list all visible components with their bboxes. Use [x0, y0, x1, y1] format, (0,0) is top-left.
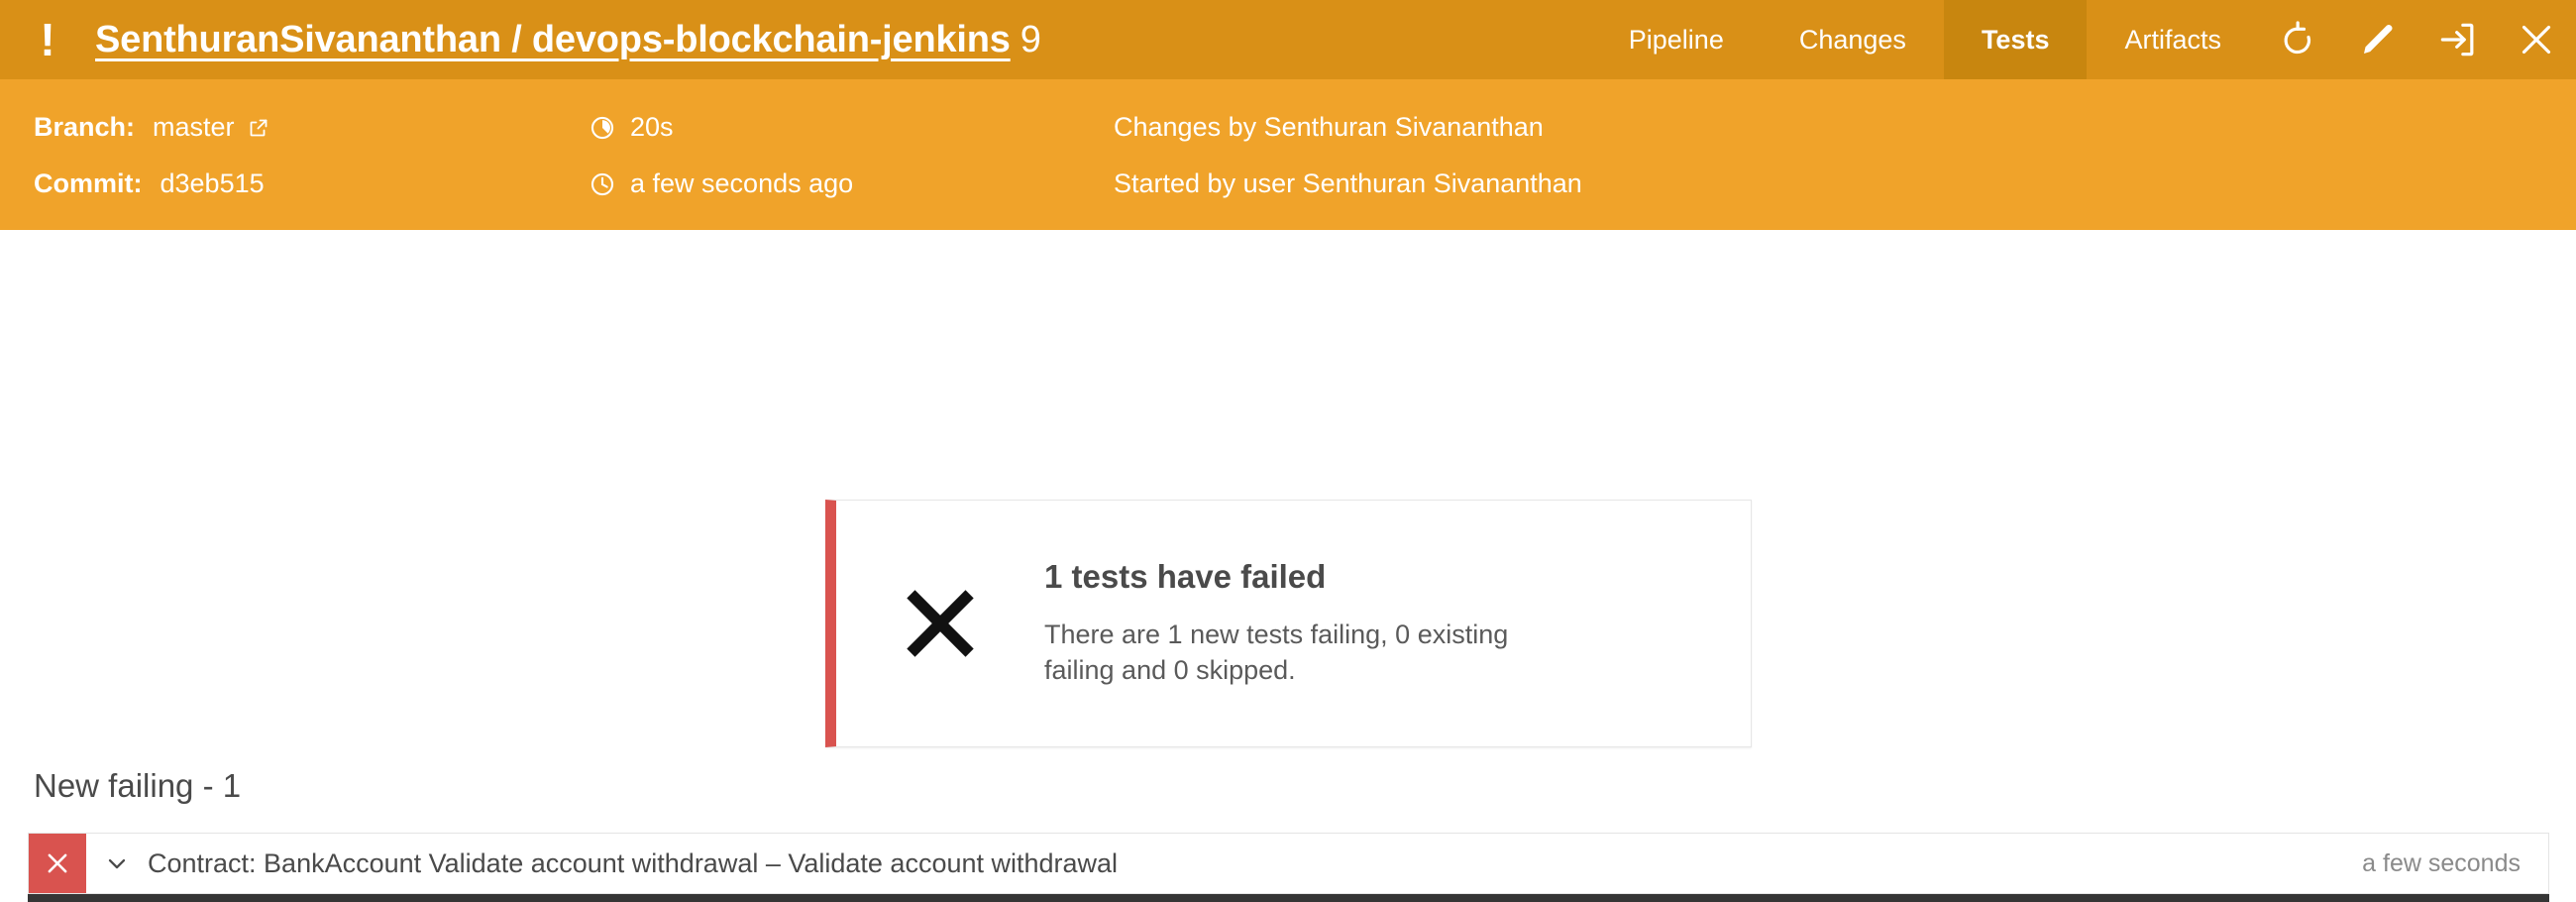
metadata-row-branch: Branch: master 20s Changes by Senthuran … [34, 99, 2576, 156]
test-summary-card: 1 tests have failed There are 1 new test… [825, 500, 1752, 747]
build-number: 9 [1020, 18, 1041, 60]
build-status-icon: ! [0, 0, 95, 79]
summary-title: 1 tests have failed [1044, 558, 1327, 596]
close-button[interactable] [2497, 0, 2576, 79]
duration-icon [589, 114, 616, 142]
row-status-badge [29, 834, 86, 893]
test-duration: a few seconds [2362, 848, 2521, 877]
commit-value: d3eb515 [160, 169, 265, 198]
summary-description: There are 1 new tests failing, 0 existin… [1044, 620, 1509, 685]
close-icon [2522, 25, 2551, 55]
external-link-icon[interactable] [247, 116, 270, 140]
tab-pipeline[interactable]: Pipeline [1591, 0, 1762, 79]
clock-icon [589, 170, 616, 198]
go-to-classic-icon [2440, 23, 2474, 56]
branch-value: master [153, 112, 235, 142]
rerun-button[interactable] [2259, 0, 2338, 79]
started-by: Started by user Senthuran Sivananthan [1114, 169, 2576, 199]
branch-label: Branch: [34, 112, 136, 142]
duration-value: 20s [630, 112, 674, 142]
commit-info: Commit: d3eb515 [34, 169, 589, 199]
changes-by-text: Changes by Senthuran Sivananthan [1114, 112, 1544, 142]
go-to-classic-button[interactable] [2417, 0, 2497, 79]
pipeline-title-link[interactable]: SenthuranSivananthan / devops-blockchain… [95, 19, 1011, 61]
exclamation-icon: ! [40, 14, 55, 65]
branch-info: Branch: master [34, 112, 589, 143]
test-name: Contract: BankAccount Validate account w… [148, 847, 1119, 878]
edit-button[interactable] [2338, 0, 2417, 79]
time-info: a few seconds ago [589, 169, 1114, 199]
tab-tests[interactable]: Tests [1943, 0, 2088, 79]
expand-toggle[interactable] [86, 834, 148, 893]
failing-tests-list: Contract: BankAccount Validate account w… [28, 833, 2549, 902]
header-nav: Pipeline Changes Tests Artifacts [1591, 0, 2576, 79]
new-failing-section-title: New failing - 1 [34, 767, 242, 804]
tests-main-content: 1 tests have failed There are 1 new test… [0, 230, 2576, 902]
summary-text-block: 1 tests have failed There are 1 new test… [1044, 558, 1579, 688]
tab-changes[interactable]: Changes [1762, 0, 1944, 79]
edit-icon [2364, 24, 2393, 54]
commit-label: Commit: [34, 169, 143, 198]
rerun-icon [2284, 21, 2311, 55]
metadata-row-commit: Commit: d3eb515 a few seconds ago Starte… [34, 156, 2576, 212]
changes-by: Changes by Senthuran Sivananthan [1114, 112, 2576, 143]
chevron-down-icon [108, 858, 126, 869]
table-row[interactable]: Contract: BankAccount Validate account w… [28, 833, 2549, 894]
failure-x-icon [907, 590, 974, 657]
failure-x-icon [48, 853, 67, 873]
tab-artifacts[interactable]: Artifacts [2087, 0, 2259, 79]
stacktrace-panel: Stacktrace 1 AssertionError: Expecting u… [28, 894, 2549, 902]
time-value: a few seconds ago [630, 169, 854, 198]
summary-status-icon [836, 576, 1044, 671]
run-metadata-bar: Branch: master 20s Changes by Senthuran … [0, 79, 2576, 230]
breadcrumb: SenthuranSivananthan / devops-blockchain… [95, 19, 1041, 61]
duration-info: 20s [589, 112, 1114, 143]
app-header: ! SenthuranSivananthan / devops-blockcha… [0, 0, 2576, 79]
started-by-text: Started by user Senthuran Sivananthan [1114, 169, 1582, 198]
